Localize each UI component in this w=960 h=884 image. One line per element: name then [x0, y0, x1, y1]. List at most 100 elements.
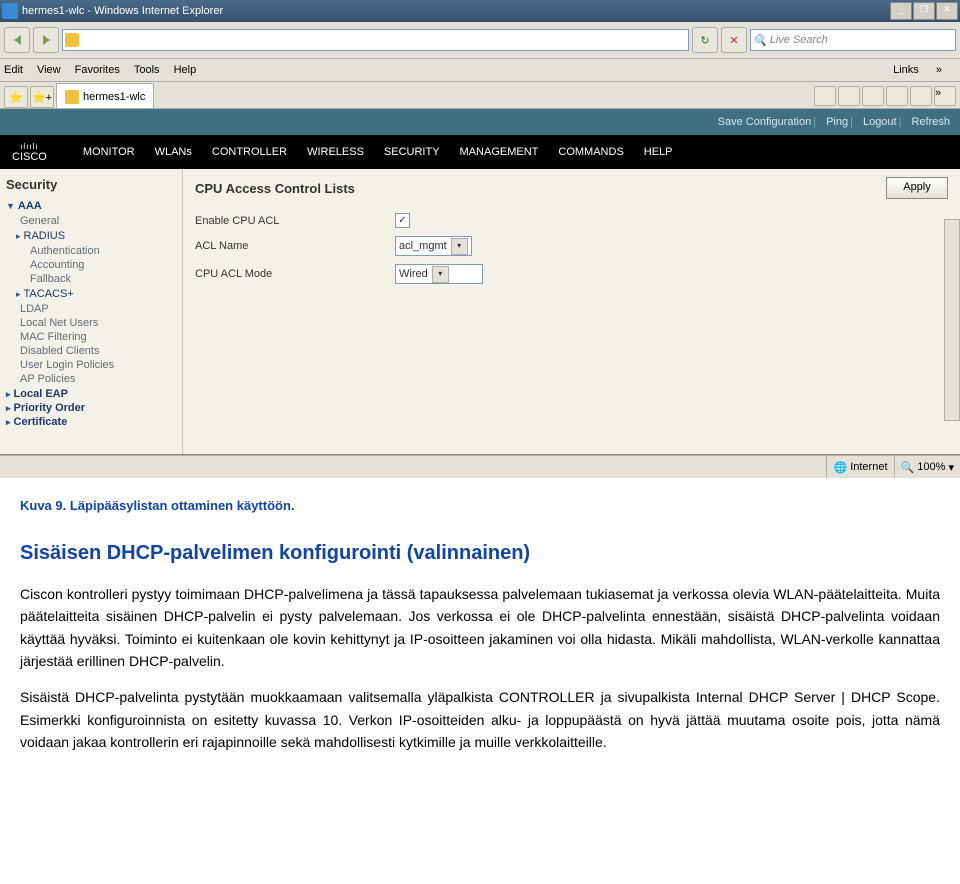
main-panel: CPU Access Control Lists Apply Enable CP… — [183, 169, 960, 454]
print-button[interactable] — [862, 86, 884, 106]
vertical-scrollbar[interactable] — [944, 219, 960, 421]
nav-commands[interactable]: COMMANDS — [558, 146, 623, 158]
chevron-right-icon: ▸ — [6, 417, 11, 428]
back-button[interactable] — [4, 27, 30, 53]
sidebar-item-user-login-policies[interactable]: User Login Policies — [6, 358, 176, 372]
cpu-acl-mode-label: CPU ACL Mode — [195, 268, 395, 280]
restore-button[interactable]: ❐ — [913, 2, 935, 20]
chevron-down-icon: ▾ — [451, 238, 468, 255]
sidebar-title: Security — [6, 177, 176, 192]
stop-button[interactable]: ✕ — [721, 27, 747, 53]
cpu-acl-mode-select[interactable]: Wired▾ — [395, 264, 483, 284]
minimize-button[interactable]: _ — [890, 2, 912, 20]
globe-icon: 🌐 — [833, 461, 847, 474]
sidebar-item-authentication[interactable]: Authentication — [6, 244, 176, 258]
content-area: Security ▼AAA General ▸RADIUS Authentica… — [0, 169, 960, 455]
figure-caption: Kuva 9. Läpipääsylistan ottaminen käyttö… — [20, 496, 940, 517]
chevron-button[interactable]: » — [934, 86, 956, 106]
logout-link[interactable]: Logout — [863, 116, 897, 128]
nav-wlans[interactable]: WLANs — [155, 146, 192, 158]
zone-indicator: 🌐 Internet — [826, 456, 893, 478]
address-bar[interactable] — [62, 29, 689, 51]
apply-button[interactable]: Apply — [886, 177, 948, 199]
menu-favorites[interactable]: Favorites — [75, 64, 120, 76]
add-favorite-button[interactable]: ⭐+ — [30, 86, 54, 108]
page-favicon — [65, 33, 79, 47]
sidebar-item-certificate[interactable]: ▸Certificate — [6, 416, 176, 428]
nav-wireless[interactable]: WIRELESS — [307, 146, 364, 158]
menu-view[interactable]: View — [37, 64, 61, 76]
doc-heading: Sisäisen DHCP-palvelimen konfigurointi (… — [20, 537, 940, 569]
enable-cpu-acl-checkbox[interactable]: ✓ — [395, 213, 410, 228]
cisco-logo: ılıılı CISCO — [12, 142, 47, 162]
zoom-icon: 🔍 — [901, 461, 915, 474]
chevron-down-icon: ▼ — [6, 201, 15, 211]
cisco-top-bar: Save Configuration| Ping| Logout| Refres… — [0, 109, 960, 135]
menu-edit[interactable]: Edit — [4, 64, 23, 76]
nav-toolbar: ↻ ✕ 🔍Live Search — [0, 22, 960, 59]
home-button[interactable] — [814, 86, 836, 106]
sidebar-item-accounting[interactable]: Accounting — [6, 258, 176, 272]
search-placeholder: Live Search — [770, 34, 828, 46]
sidebar-item-priority-order[interactable]: ▸Priority Order — [6, 402, 176, 414]
ping-link[interactable]: Ping — [826, 116, 848, 128]
page-title: CPU Access Control Lists — [195, 181, 355, 196]
nav-monitor[interactable]: MONITOR — [83, 146, 135, 158]
enable-cpu-acl-label: Enable CPU ACL — [195, 215, 395, 227]
sidebar-item-ldap[interactable]: LDAP — [6, 302, 176, 316]
ie-icon — [2, 3, 18, 19]
feeds-button[interactable] — [838, 86, 860, 106]
zoom-indicator[interactable]: 🔍 100% ▾ — [894, 456, 960, 478]
sidebar-item-mac-filtering[interactable]: MAC Filtering — [6, 330, 176, 344]
sidebar-item-disabled-clients[interactable]: Disabled Clients — [6, 344, 176, 358]
nav-help[interactable]: HELP — [644, 146, 673, 158]
chevron-down-icon: ▾ — [432, 266, 449, 283]
sidebar-item-radius[interactable]: ▸RADIUS — [6, 230, 176, 242]
browser-tab[interactable]: hermes1-wlc — [56, 83, 154, 108]
tab-favicon — [65, 90, 79, 104]
page-menu-button[interactable] — [886, 86, 908, 106]
tools-menu-button[interactable] — [910, 86, 932, 106]
sidebar-item-local-eap[interactable]: ▸Local EAP — [6, 388, 176, 400]
links-toolbar[interactable]: Links » — [893, 64, 942, 76]
nav-management[interactable]: MANAGEMENT — [460, 146, 539, 158]
arrow-left-icon — [14, 35, 21, 45]
nav-controller[interactable]: CONTROLLER — [212, 146, 287, 158]
nav-security[interactable]: SECURITY — [384, 146, 440, 158]
search-icon: 🔍 — [753, 34, 767, 47]
document-body: Kuva 9. Läpipääsylistan ottaminen käyttö… — [0, 478, 960, 778]
menu-tools[interactable]: Tools — [134, 64, 160, 76]
sidebar: Security ▼AAA General ▸RADIUS Authentica… — [0, 169, 183, 454]
menu-bar: Edit View Favorites Tools Help Links » — [0, 59, 960, 82]
sidebar-item-general[interactable]: General — [6, 214, 176, 228]
save-config-link[interactable]: Save Configuration — [718, 116, 812, 128]
close-button[interactable]: ✕ — [936, 2, 958, 20]
arrow-right-icon — [43, 35, 50, 45]
acl-name-label: ACL Name — [195, 240, 395, 252]
acl-name-select[interactable]: acl_mgmt▾ — [395, 236, 472, 256]
window-titlebar: hermes1-wlc - Windows Internet Explorer … — [0, 0, 960, 22]
status-bar: 🌐 Internet 🔍 100% ▾ — [0, 455, 960, 478]
chevron-right-icon: ▸ — [16, 289, 21, 300]
window-buttons: _ ❐ ✕ — [890, 2, 958, 20]
sidebar-item-fallback[interactable]: Fallback — [6, 272, 176, 286]
sidebar-item-tacacs[interactable]: ▸TACACS+ — [6, 288, 176, 300]
chevron-right-icon: ▸ — [6, 403, 11, 414]
tab-bar: ⭐ ⭐+ hermes1-wlc » — [0, 82, 960, 109]
refresh-link[interactable]: Refresh — [911, 116, 950, 128]
sidebar-item-local-net-users[interactable]: Local Net Users — [6, 316, 176, 330]
doc-paragraph-2: Sisäistä DHCP-palvelinta pystytään muokk… — [20, 686, 940, 753]
sidebar-item-ap-policies[interactable]: AP Policies — [6, 372, 176, 386]
window-title: hermes1-wlc - Windows Internet Explorer — [22, 5, 890, 17]
chevron-right-icon: ▸ — [16, 231, 21, 242]
sidebar-item-aaa[interactable]: ▼AAA — [6, 200, 176, 212]
search-input[interactable]: 🔍Live Search — [750, 29, 956, 51]
refresh-button[interactable]: ↻ — [692, 27, 718, 53]
tab-title: hermes1-wlc — [83, 91, 145, 103]
doc-paragraph-1: Ciscon kontrolleri pystyy toimimaan DHCP… — [20, 583, 940, 673]
forward-button[interactable] — [33, 27, 59, 53]
chevron-right-icon: ▸ — [6, 389, 11, 400]
menu-help[interactable]: Help — [174, 64, 197, 76]
cisco-nav: ılıılı CISCO MONITOR WLANs CONTROLLER WI… — [0, 135, 960, 169]
favorites-star-button[interactable]: ⭐ — [4, 86, 28, 108]
